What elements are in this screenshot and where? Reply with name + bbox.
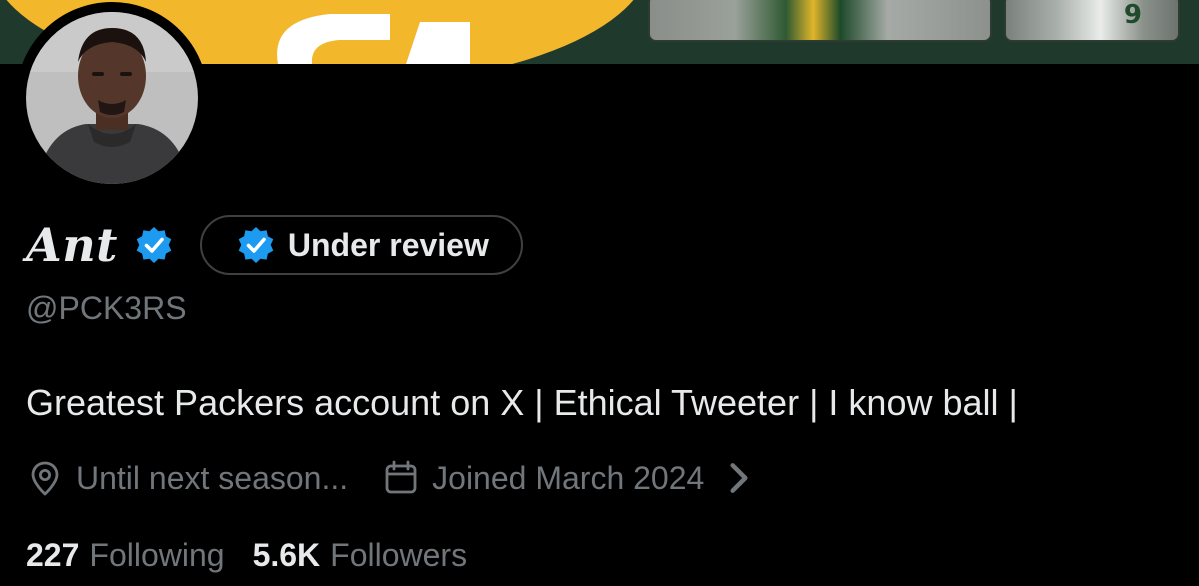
- verification-status-label: Under review: [287, 226, 489, 263]
- verified-badge-icon[interactable]: [134, 225, 174, 265]
- name-row: Ant Under review: [26, 214, 523, 276]
- calendar-icon: [385, 460, 417, 494]
- avatar[interactable]: [16, 2, 208, 194]
- following-count: 227: [26, 536, 80, 573]
- banner-photo-player: [648, 0, 992, 42]
- location-item: Until next season...: [26, 459, 348, 497]
- joined-text: Joined March 2024: [432, 459, 705, 496]
- following-link[interactable]: 227 Following: [26, 537, 225, 574]
- follow-stats: 227 Following 5.6K Followers: [26, 530, 467, 580]
- avatar-image: [26, 12, 198, 184]
- followers-label: Followers: [330, 536, 468, 573]
- location-text: Until next season...: [76, 459, 349, 496]
- user-handle: @PCK3RS: [26, 290, 187, 326]
- display-name: Ant: [26, 218, 118, 272]
- verification-status-pill[interactable]: Under review: [199, 215, 523, 275]
- followers-link[interactable]: 5.6K Followers: [253, 537, 468, 574]
- profile-bio: Greatest Packers account on X | Ethical …: [26, 382, 1018, 423]
- following-label: Following: [89, 536, 225, 573]
- joined-date-item[interactable]: Joined March 2024: [382, 459, 770, 497]
- jersey-number: 9: [1123, 0, 1142, 30]
- location-pin-icon: [31, 461, 59, 496]
- profile-meta: Until next season... Joined March 2024: [26, 452, 770, 504]
- banner-photo-player-2: 9: [1004, 0, 1180, 42]
- chevron-right-icon: [730, 463, 748, 493]
- followers-count: 5.6K: [252, 536, 321, 573]
- verified-badge-icon: [238, 227, 274, 263]
